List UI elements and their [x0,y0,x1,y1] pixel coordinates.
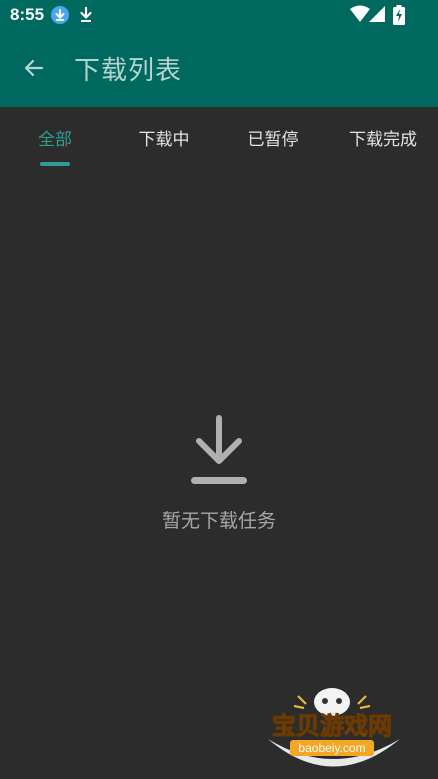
tab-paused[interactable]: 已暂停 [228,107,318,167]
arrow-left-icon [24,59,44,77]
tab-bar: 全部 下载中 已暂停 下载完成 [0,107,438,167]
status-time: 8:55 [10,5,45,24]
tab-completed[interactable]: 下载完成 [337,107,429,167]
tab-all[interactable]: 全部 [10,107,100,167]
download-icon [78,5,94,29]
download-badge-icon [50,5,70,29]
download-icon [191,415,247,484]
svg-text:宝贝游戏网: 宝贝游戏网 [272,712,392,740]
battery-charging-icon [393,5,405,29]
empty-message: 暂无下载任务 [161,510,276,532]
wifi-icon [350,5,370,27]
tab-downloading[interactable]: 下载中 [119,107,209,167]
status-bar: 8:55 [0,0,438,30]
watermark-logo: 宝贝游戏网 baobeiy.com [258,684,408,774]
app-bar: 下载列表 [0,30,438,107]
back-button[interactable] [14,50,54,86]
tab-indicator [40,162,70,166]
page-title: 下载列表 [74,56,183,86]
svg-text:baobeiy.com: baobeiy.com [298,741,365,755]
empty-state: 暂无下载任务 [0,410,438,533]
signal-icon [368,5,386,27]
